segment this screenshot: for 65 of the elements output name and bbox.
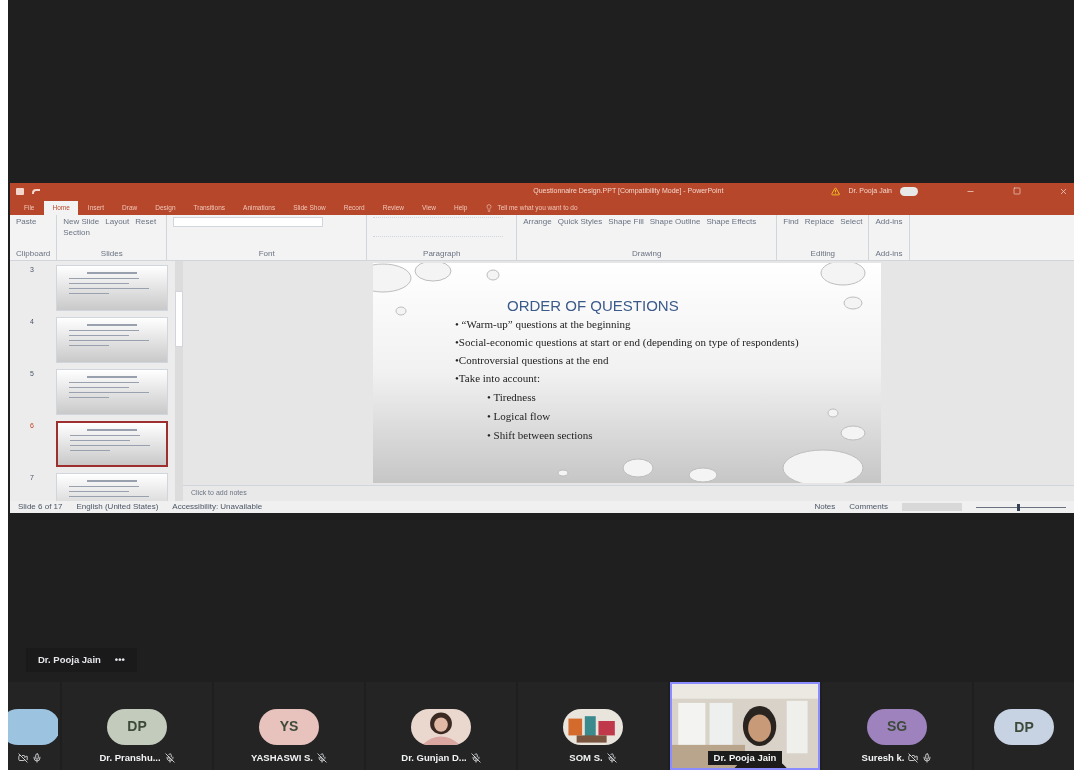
- more-button[interactable]: •••: [114, 652, 125, 667]
- ribbon-group-label: Drawing: [631, 249, 663, 260]
- ribbon-button[interactable]: Reset: [135, 217, 157, 227]
- ribbon-group-label: Font: [257, 249, 276, 260]
- undo-icon[interactable]: [32, 188, 40, 194]
- ribbon-group-label: Slides: [99, 249, 124, 260]
- participant-tile[interactable]: Dr. Gunjan D...: [366, 682, 516, 770]
- ribbon-button[interactable]: Arrange: [523, 217, 552, 227]
- participant-name: Dr. Gunjan D...: [401, 750, 467, 765]
- ribbon-button[interactable]: Shape Outline: [649, 217, 701, 227]
- participant-tile[interactable]: Dr. Pooja Jain: [670, 682, 820, 770]
- participant-name: Dr. Pranshu...: [99, 750, 161, 765]
- status-button[interactable]: Notes: [814, 501, 836, 513]
- ribbon-group-label: Editing: [809, 249, 837, 260]
- participant-tile[interactable]: YS YASHASWI S.: [214, 682, 364, 770]
- participant-tile[interactable]: SG Suresh k.: [822, 682, 972, 770]
- ribbon-button[interactable]: Quick Styles: [557, 217, 603, 227]
- slide-sub-bullet: • Logical flow: [486, 410, 552, 422]
- slide-bullet: •Take into account:: [455, 372, 541, 384]
- ribbon-group-label: Add-ins: [875, 249, 903, 260]
- ribbon-group-label: Clipboard: [16, 249, 51, 260]
- avatar: DP: [107, 708, 167, 745]
- slide-title: ORDER OF QUESTIONS: [506, 299, 680, 312]
- lightbulb-icon: [485, 204, 494, 212]
- participant-tile[interactable]: DP: [974, 682, 1074, 770]
- slide-sub-bullet: • Shift between sections: [486, 429, 594, 441]
- avatar: DP: [994, 709, 1054, 745]
- maximize-icon[interactable]: [1013, 187, 1021, 195]
- scrollbar-thumb[interactable]: [175, 291, 183, 347]
- participant-name: YASHASWI S.: [251, 750, 313, 765]
- save-icon[interactable]: [16, 187, 24, 195]
- ribbon-button[interactable]: New Slide: [63, 217, 100, 227]
- ribbon-button[interactable]: Find: [783, 217, 799, 227]
- ribbon-button[interactable]: Paste: [16, 217, 37, 227]
- ribbon-button[interactable]: Select: [840, 217, 863, 227]
- slide-bullet: •Social-economic questions at start or end (depending on type of respondents): [455, 336, 800, 348]
- participant-tile[interactable]: [8, 682, 60, 770]
- participant-name: Dr. Pooja Jain: [713, 750, 777, 765]
- participant-tile[interactable]: DP Dr. Pranshu...: [62, 682, 212, 770]
- zoom-slider-thumb[interactable]: [1016, 503, 1020, 511]
- font-name-field[interactable]: [173, 217, 324, 227]
- status-text: English (United States): [76, 501, 159, 513]
- ribbon-button[interactable]: Layout: [105, 217, 130, 227]
- ribbon-button[interactable]: Add-ins: [875, 217, 903, 227]
- slide-bullet: •Controversial questions at the end: [455, 354, 610, 366]
- ribbon-group-label: Paragraph: [422, 249, 462, 260]
- close-icon[interactable]: [1059, 186, 1068, 196]
- participant-name: Suresh k.: [861, 750, 905, 765]
- avatar: YS: [259, 708, 319, 745]
- ribbon-button[interactable]: Section: [63, 228, 90, 238]
- slide-bullet: • “Warm-up” questions at the beginning: [455, 318, 632, 330]
- status-button[interactable]: Comments: [849, 501, 888, 513]
- slide-sub-bullet: • Tiredness: [486, 391, 537, 403]
- slide-thumbnail[interactable]: [56, 421, 168, 467]
- account-avatar[interactable]: [900, 186, 918, 196]
- status-text: Slide 6 of 17: [18, 501, 63, 513]
- avatar: SG: [867, 708, 927, 745]
- status-text: Accessibility: Unavailable: [172, 501, 263, 513]
- participant-name: SOM S.: [569, 750, 603, 765]
- participant-tile[interactable]: SOM S.: [518, 682, 668, 770]
- warning-icon: [831, 186, 841, 196]
- ribbon-button[interactable]: Shape Fill: [608, 217, 644, 227]
- pinned-name: Dr. Pooja Jain: [38, 652, 101, 667]
- ribbon-button[interactable]: Replace: [804, 217, 835, 227]
- ribbon-button[interactable]: Shape Effects: [706, 217, 757, 227]
